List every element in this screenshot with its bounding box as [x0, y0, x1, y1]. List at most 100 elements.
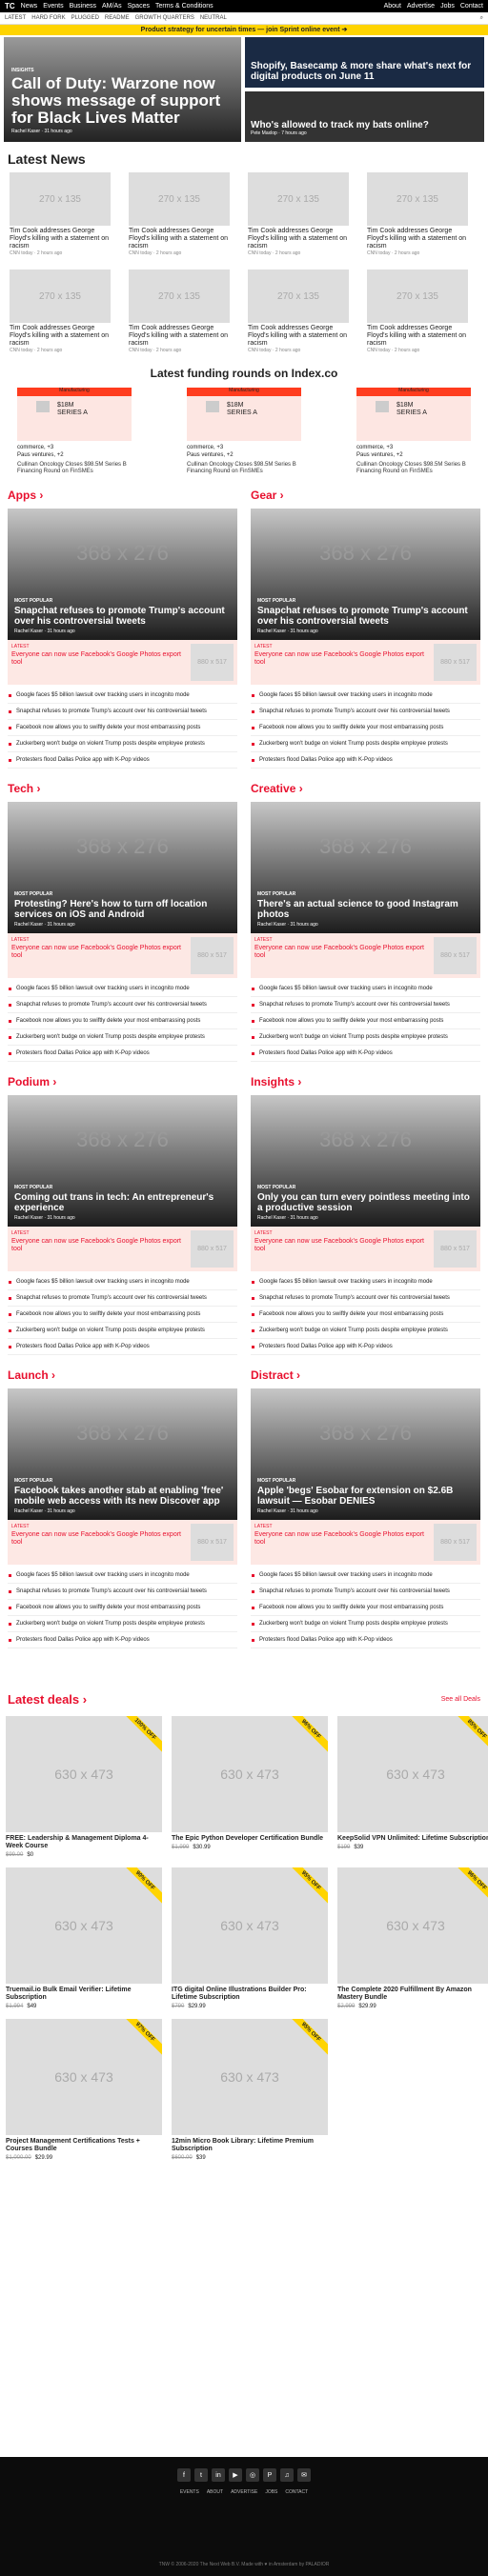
footer-link[interactable]: EVENTS [180, 2489, 199, 2495]
deal-title[interactable]: KeepSolid VPN Unlimited: Lifetime Subscr… [337, 1835, 488, 1843]
latest-thumbnail[interactable]: 880 x 517 [191, 1524, 234, 1561]
category-feature[interactable]: 368 x 276 MOST POPULAR Only you can turn e… [251, 1095, 480, 1227]
deal-card[interactable]: 630 x 473 90% OFF Truemail.io Bulk Email V… [6, 1867, 162, 2009]
latest-story[interactable]: LATEST Everyone can now use Facebook's Go… [8, 933, 237, 978]
deal-card[interactable]: 630 x 473 96% OFF The Complete 2020 Fulfil… [337, 1867, 488, 2009]
category-feature[interactable]: 368 x 276 MOST POPULAR Snapchat refuses to… [8, 509, 237, 640]
latest-story[interactable]: LATEST Everyone can now use Facebook's Go… [251, 933, 480, 978]
footer-link[interactable]: JOBS [265, 2489, 277, 2495]
pinterest-icon[interactable]: P [263, 2468, 276, 2482]
headline-item[interactable]: Snapchat refuses to promote Trump's acco… [8, 704, 237, 720]
headline-item[interactable]: Facebook now allows you to swiftly delet… [251, 1600, 480, 1616]
news-title[interactable]: Tim Cook addresses George Floyd's killin… [129, 325, 230, 348]
headline-item[interactable]: Snapchat refuses to promote Trump's acco… [251, 1584, 480, 1600]
headline-item[interactable]: Zuckerberg won't budge on violent Trump … [8, 736, 237, 752]
news-card[interactable]: 270 x 135 Tim Cook addresses George Floyd… [367, 172, 468, 256]
news-thumbnail[interactable]: 270 x 135 [248, 270, 349, 323]
category-feature[interactable]: 368 x 276 MOST POPULAR Facebook takes anot… [8, 1388, 237, 1520]
nav-hard-fork[interactable]: HARD FORK [31, 15, 65, 21]
latest-title[interactable]: Everyone can now use Facebook's Google P… [11, 651, 191, 667]
deal-image[interactable]: 630 x 473 [172, 1867, 328, 1984]
top-nav-jobs[interactable]: Jobs [440, 3, 455, 10]
deal-image[interactable]: 630 x 473 [6, 2019, 162, 2135]
deal-image[interactable]: 630 x 473 [337, 1716, 488, 1832]
top-nav-contact[interactable]: Contact [460, 3, 483, 10]
headline-item[interactable]: Snapchat refuses to promote Trump's acco… [8, 1290, 237, 1307]
hero-side-title[interactable]: Who's allowed to track my bats online? [251, 120, 478, 130]
news-thumbnail[interactable]: 270 x 135 [129, 172, 230, 226]
promo-banner[interactable]: Product strategy for uncertain times — j… [0, 25, 488, 35]
funding-card[interactable]: Manufacturing $18M SERIES A commerce, +3 Pau… [356, 388, 471, 475]
funding-description[interactable]: Cullinan Oncology Closes $98.5M Series B… [356, 462, 471, 475]
twitter-icon[interactable]: t [194, 2468, 208, 2482]
category-feature[interactable]: 368 x 276 MOST POPULAR Apple 'begs' Esobar… [251, 1388, 480, 1520]
hero-side-title[interactable]: Shopify, Basecamp & more share what's ne… [251, 61, 478, 82]
category-title[interactable]: Gear › [251, 475, 480, 509]
deal-title[interactable]: FREE: Leadership & Management Diploma 4-… [6, 1835, 162, 1850]
news-card[interactable]: 270 x 135 Tim Cook addresses George Floyd… [10, 172, 111, 256]
headline-item[interactable]: Zuckerberg won't budge on violent Trump … [251, 1323, 480, 1339]
latest-thumbnail[interactable]: 880 x 517 [434, 1230, 477, 1268]
deal-title[interactable]: ITG digital Online Illustrations Builder… [172, 1987, 328, 2002]
headline-item[interactable]: Facebook now allows you to swiftly delet… [8, 720, 237, 736]
funding-card[interactable]: Manufacturing $18M SERIES A commerce, +3 Pau… [17, 388, 132, 475]
site-logo[interactable]: TC [5, 2, 15, 10]
hero-title[interactable]: Call of Duty: Warzone now shows message … [11, 75, 234, 127]
top-nav-spaces[interactable]: Spaces [128, 3, 150, 10]
facebook-icon[interactable]: f [177, 2468, 191, 2482]
deal-image[interactable]: 630 x 473 [6, 1716, 162, 1832]
latest-story[interactable]: LATEST Everyone can now use Facebook's Go… [8, 640, 237, 685]
headline-item[interactable]: Zuckerberg won't budge on violent Trump … [8, 1616, 237, 1632]
news-title[interactable]: Tim Cook addresses George Floyd's killin… [10, 228, 111, 250]
headline-item[interactable]: Facebook now allows you to swiftly delet… [8, 1600, 237, 1616]
feature-title[interactable]: Snapchat refuses to promote Trump's acco… [14, 606, 231, 627]
top-nav-advertise[interactable]: Advertise [407, 3, 435, 10]
nav-growth-quarters[interactable]: GROWTH QUARTERS [135, 15, 194, 21]
headline-item[interactable]: Google faces $5 billion lawsuit over tra… [8, 1274, 237, 1290]
funding-description[interactable]: Cullinan Oncology Closes $98.5M Series B… [187, 462, 301, 475]
news-card[interactable]: 270 x 135 Tim Cook addresses George Floyd… [129, 270, 230, 353]
latest-story[interactable]: LATEST Everyone can now use Facebook's Go… [8, 1520, 237, 1565]
headline-item[interactable]: Facebook now allows you to swiftly delet… [251, 1307, 480, 1323]
news-thumbnail[interactable]: 270 x 135 [367, 172, 468, 226]
news-thumbnail[interactable]: 270 x 135 [248, 172, 349, 226]
deal-card[interactable]: 630 x 473 100% OFF FREE: Leadership & Mana… [6, 1716, 162, 1858]
nav-neutral[interactable]: NEUTRAL [200, 15, 227, 21]
category-title[interactable]: Launch › [8, 1355, 237, 1388]
funding-card[interactable]: Manufacturing $18M SERIES A commerce, +3 Pau… [187, 388, 301, 475]
headline-item[interactable]: Google faces $5 billion lawsuit over tra… [251, 1568, 480, 1584]
linkedin-icon[interactable]: in [212, 2468, 225, 2482]
category-feature[interactable]: 368 x 276 MOST POPULAR Snapchat refuses to… [251, 509, 480, 640]
nav-plugged[interactable]: PLUGGED [71, 15, 99, 21]
headline-item[interactable]: Google faces $5 billion lawsuit over tra… [251, 981, 480, 997]
latest-title[interactable]: Everyone can now use Facebook's Google P… [11, 1531, 191, 1547]
footer-link[interactable]: ABOUT [207, 2489, 223, 2495]
top-nav-about[interactable]: About [384, 3, 401, 10]
latest-story[interactable]: LATEST Everyone can now use Facebook's Go… [251, 1520, 480, 1565]
headline-item[interactable]: Google faces $5 billion lawsuit over tra… [251, 688, 480, 704]
news-thumbnail[interactable]: 270 x 135 [129, 270, 230, 323]
news-thumbnail[interactable]: 270 x 135 [10, 172, 111, 226]
feature-title[interactable]: Protesting? Here's how to turn off locat… [14, 899, 231, 920]
headline-item[interactable]: Facebook now allows you to swiftly delet… [251, 720, 480, 736]
headline-item[interactable]: Google faces $5 billion lawsuit over tra… [8, 688, 237, 704]
category-title[interactable]: Tech › [8, 769, 237, 802]
news-title[interactable]: Tim Cook addresses George Floyd's killin… [248, 325, 349, 348]
headline-item[interactable]: Protesters flood Dallas Police app with … [251, 1632, 480, 1648]
see-all-deals-link[interactable]: See all Deals [441, 1696, 480, 1703]
nav-latest[interactable]: LATEST [5, 15, 26, 21]
latest-story[interactable]: LATEST Everyone can now use Facebook's Go… [251, 1227, 480, 1271]
hero-main-story[interactable]: INSIGHTS Call of Duty: Warzone now shows… [4, 37, 241, 142]
top-nav-business[interactable]: Business [70, 3, 96, 10]
latest-thumbnail[interactable]: 880 x 517 [191, 1230, 234, 1268]
headline-item[interactable]: Facebook now allows you to swiftly delet… [8, 1013, 237, 1029]
latest-thumbnail[interactable]: 880 x 517 [434, 937, 477, 974]
headline-item[interactable]: Zuckerberg won't budge on violent Trump … [251, 1616, 480, 1632]
news-thumbnail[interactable]: 270 x 135 [367, 270, 468, 323]
headline-item[interactable]: Google faces $5 billion lawsuit over tra… [8, 1568, 237, 1584]
deal-card[interactable]: 630 x 473 97% OFF Project Management Certi… [6, 2019, 162, 2161]
headline-item[interactable]: Protesters flood Dallas Police app with … [251, 1339, 480, 1355]
news-title[interactable]: Tim Cook addresses George Floyd's killin… [248, 228, 349, 250]
category-title[interactable]: Insights › [251, 1062, 480, 1095]
deal-card[interactable]: 630 x 473 85% OFF KeepSolid VPN Unlimited:… [337, 1716, 488, 1858]
